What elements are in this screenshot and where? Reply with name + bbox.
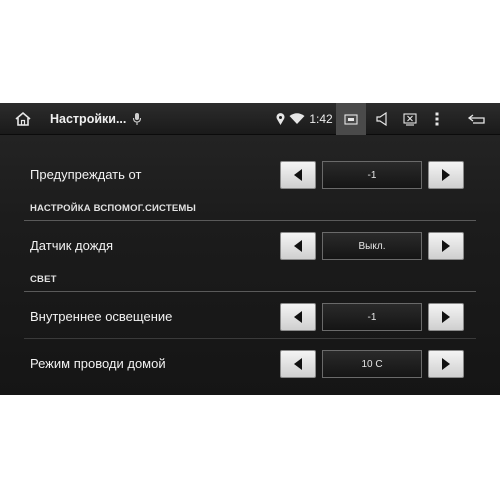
section-header-assist-system: НАСТРОЙКА ВСПОМОГ.СИСТЕМЫ [24, 199, 476, 221]
close-app-icon [403, 112, 417, 126]
value-stepper: -1 [280, 161, 464, 189]
divider [24, 291, 476, 292]
increase-button[interactable] [428, 161, 464, 189]
divider [24, 220, 476, 221]
arrow-right-icon [442, 311, 450, 323]
value-stepper: -1 [280, 303, 464, 331]
increase-button[interactable] [428, 232, 464, 260]
clock: 1:42 [309, 112, 333, 126]
arrow-right-icon [442, 358, 450, 370]
wifi-indicator [288, 103, 306, 135]
decrease-button[interactable] [280, 303, 316, 331]
decrease-button[interactable] [280, 232, 316, 260]
setting-row-interior-light: Внутреннее освещение -1 [24, 293, 476, 339]
setting-value: -1 [322, 303, 422, 331]
back-button[interactable] [462, 103, 492, 135]
arrow-left-icon [294, 358, 302, 370]
top-bar: Настройки... 1:42 [0, 103, 500, 135]
value-stepper: Выкл. [280, 232, 464, 260]
divider [24, 338, 476, 339]
screenshot-icon [344, 113, 358, 125]
wifi-icon [289, 113, 305, 124]
arrow-left-icon [294, 240, 302, 252]
arrow-left-icon [294, 311, 302, 323]
section-label: НАСТРОЙКА ВСПОМОГ.СИСТЕМЫ [30, 203, 197, 214]
home-button[interactable] [8, 103, 38, 135]
section-label: СВЕТ [30, 274, 57, 285]
setting-value: -1 [322, 161, 422, 189]
setting-label: Предупреждать от [30, 166, 142, 182]
setting-label: Внутреннее освещение [30, 308, 173, 324]
home-icon [15, 111, 31, 126]
setting-row-follow-home: Режим проводи домой 10 С [24, 340, 476, 386]
voice-button[interactable] [130, 103, 144, 135]
settings-screen: Настройки... 1:42 Предупреждать от -1 НА… [0, 103, 500, 395]
page-title: Настройки... [50, 112, 127, 126]
back-icon [467, 114, 485, 124]
arrow-left-icon [294, 169, 302, 181]
section-header-light: СВЕТ [24, 270, 476, 292]
setting-label: Режим проводи домой [30, 355, 166, 371]
increase-button[interactable] [428, 303, 464, 331]
setting-value: 10 С [322, 350, 422, 378]
volume-icon [376, 112, 387, 126]
menu-button[interactable] [428, 103, 446, 135]
screenshot-button[interactable] [336, 103, 366, 135]
decrease-button[interactable] [280, 350, 316, 378]
setting-row-rain-sensor: Датчик дождя Выкл. [24, 222, 476, 268]
arrow-right-icon [442, 240, 450, 252]
arrow-right-icon [442, 169, 450, 181]
setting-value: Выкл. [322, 232, 422, 260]
menu-icon [435, 112, 439, 126]
decrease-button[interactable] [280, 161, 316, 189]
volume-button[interactable] [370, 103, 394, 135]
location-icon [276, 112, 284, 125]
location-indicator [274, 103, 286, 135]
setting-row-warn-from: Предупреждать от -1 [24, 151, 476, 197]
increase-button[interactable] [428, 350, 464, 378]
mic-icon [132, 113, 142, 125]
setting-label: Датчик дождя [30, 237, 114, 253]
value-stepper: 10 С [280, 350, 464, 378]
close-app-button[interactable] [398, 103, 422, 135]
